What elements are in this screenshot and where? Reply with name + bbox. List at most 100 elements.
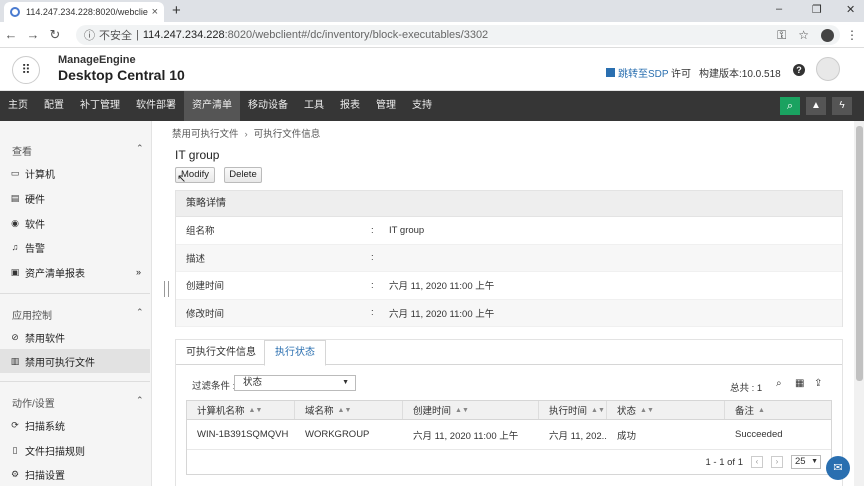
- per-page-select[interactable]: 25 ▼: [791, 455, 821, 469]
- app-grid-icon[interactable]: ⠿: [12, 56, 40, 84]
- chevron-down-icon: ▼: [342, 379, 349, 386]
- sidebar-collapse-handle[interactable]: [164, 281, 169, 297]
- page-title: IT group: [175, 148, 220, 162]
- chevron-down-icon: ▼: [811, 458, 818, 465]
- avatar[interactable]: [816, 57, 840, 81]
- browser-actions: ⚿ ☆ ⋮: [777, 24, 858, 46]
- rocket-icon[interactable]: ▲: [806, 97, 826, 115]
- monitor-icon: ▭: [10, 167, 20, 178]
- col-domain[interactable]: 域名称 ▲▼: [295, 401, 403, 419]
- detail-row: 描述:: [176, 244, 842, 272]
- hardware-icon: ▤: [10, 192, 20, 203]
- search-icon[interactable]: ⌕: [776, 378, 782, 389]
- tab-executable-info[interactable]: 可执行文件信息: [176, 342, 266, 365]
- software-icon: ◉: [11, 217, 19, 228]
- minimize-button[interactable]: –: [776, 3, 782, 15]
- bolt-icon[interactable]: ϟ: [832, 97, 852, 115]
- collapse-icon[interactable]: ⌃: [136, 307, 144, 318]
- divider: [0, 381, 150, 382]
- browser-tab[interactable]: 114.247.234.228:8020/webclie ×: [4, 2, 164, 22]
- sidebar-item-alerts[interactable]: ♫ 告警: [0, 235, 150, 259]
- block-exe-icon: ▥: [10, 355, 20, 366]
- nav-reports[interactable]: 报表: [332, 91, 368, 121]
- block-software-icon: ⊘: [11, 331, 19, 342]
- col-remarks[interactable]: 备注 ▲: [725, 401, 831, 419]
- columns-icon[interactable]: ▦: [795, 378, 804, 389]
- collapse-icon[interactable]: ⌃: [136, 143, 144, 154]
- export-icon[interactable]: ⇪: [814, 378, 822, 389]
- col-computer-name[interactable]: 计算机名称 ▲▼: [187, 401, 295, 419]
- nav-admin[interactable]: 管理: [368, 91, 404, 121]
- pager-range: 1 - 1 of 1: [705, 456, 744, 468]
- close-window-button[interactable]: ✕: [846, 3, 855, 16]
- url-path: :8020/webclient#/dc/inventory/block-exec…: [224, 29, 489, 41]
- next-page-icon[interactable]: ›: [771, 456, 783, 468]
- sidebar-item-scan-settings[interactable]: ⚙ 扫描设置: [0, 462, 150, 486]
- chat-icon[interactable]: ✉: [826, 456, 850, 480]
- detail-row: 修改时间: 六月 11, 2020 11:00 上午: [176, 299, 842, 327]
- total-count: 总共 : 1: [730, 383, 763, 394]
- sdp-link[interactable]: 跳转至SDP: [606, 65, 669, 80]
- sidebar-item-software[interactable]: ◉ 软件: [0, 211, 150, 235]
- sidebar-item-computers[interactable]: ▭ 计算机: [0, 161, 150, 185]
- prev-page-icon[interactable]: ‹: [751, 456, 763, 468]
- license-link[interactable]: 许可: [671, 65, 691, 80]
- sidebar-section-view: 查看: [12, 147, 32, 158]
- sidebar-item-scan-systems[interactable]: ⟳ 扫描系统: [0, 413, 150, 437]
- tab-close-icon[interactable]: ×: [152, 6, 158, 18]
- profile-icon[interactable]: [821, 28, 834, 42]
- nav-mobile[interactable]: 移动设备: [240, 91, 296, 121]
- col-status[interactable]: 状态 ▲▼: [607, 401, 725, 419]
- browser-tab-bar: 114.247.234.228:8020/webclie × + – ❐ ✕: [0, 0, 864, 22]
- nav-inventory[interactable]: 资产清单: [184, 91, 240, 121]
- nav-config[interactable]: 配置: [36, 91, 72, 121]
- help-icon[interactable]: ?: [793, 64, 805, 76]
- sidebar-item-file-scan-rules[interactable]: ▯ 文件扫描规则: [0, 438, 150, 462]
- reload-icon[interactable]: ↻: [44, 27, 66, 43]
- menu-icon[interactable]: ⋮: [846, 28, 858, 42]
- status-filter-select[interactable]: 状态 ▼: [234, 375, 356, 391]
- scrollbar-thumb[interactable]: [856, 126, 863, 381]
- tab-title: 114.247.234.228:8020/webclie: [26, 7, 148, 17]
- sidebar-item-reports[interactable]: ▣ 资产清单报表 »: [0, 260, 150, 284]
- nav-software-deploy[interactable]: 软件部署: [128, 91, 184, 121]
- url-field[interactable]: ⓘ 不安全 | 114.247.234.228 :8020/webclient#…: [76, 25, 840, 45]
- tab-execution-status[interactable]: 执行状态: [264, 340, 326, 366]
- sidebar-item-block-software[interactable]: ⊘ 禁用软件: [0, 325, 150, 349]
- delete-button[interactable]: Delete: [224, 167, 262, 183]
- breadcrumb-parent[interactable]: 禁用可执行文件: [172, 129, 239, 140]
- app-header: ⠿ ManageEngine Desktop Central 10 跳转至SDP…: [0, 48, 864, 91]
- new-tab-button[interactable]: +: [172, 2, 181, 20]
- forward-icon[interactable]: →: [22, 27, 44, 42]
- sidebar: 查看 ⌃ ▭ 计算机 ▤ 硬件 ◉ 软件 ♫ 告警 ▣ 资产清单报表 » 应用控制 ⌃ ⊘…: [0, 121, 152, 486]
- col-created[interactable]: 创建时间 ▲▼: [403, 401, 539, 419]
- maximize-button[interactable]: ❐: [812, 3, 822, 16]
- site-favicon-icon: [10, 7, 20, 17]
- file-rule-icon: ▯: [12, 444, 18, 455]
- sidebar-item-hardware[interactable]: ▤ 硬件: [0, 186, 150, 210]
- star-icon[interactable]: ☆: [798, 28, 809, 42]
- key-icon[interactable]: ⚿: [777, 28, 786, 43]
- back-icon[interactable]: ←: [0, 27, 22, 42]
- sort-icon: ▲▼: [337, 406, 352, 414]
- divider: [0, 293, 150, 294]
- table-row[interactable]: WIN-1B391SQMQVH WORKGROUP 六月 11, 2020 11…: [187, 420, 831, 450]
- sidebar-section-app-control: 应用控制: [12, 311, 52, 322]
- sidebar-item-block-executables[interactable]: ▥ 禁用可执行文件: [0, 349, 150, 373]
- status-tabs-panel: 可执行文件信息 执行状态 过滤条件 : 状态 ▼ 总共 : 1 ⌕ ▦ ⇪ 计算机…: [175, 339, 843, 486]
- mouse-cursor-icon: ↖: [177, 173, 187, 185]
- table-footer: 1 - 1 of 1 ‹ › 25 ▼: [187, 450, 831, 474]
- detail-row: 创建时间: 六月 11, 2020 11:00 上午: [176, 272, 842, 300]
- report-icon: ▣: [10, 266, 20, 277]
- nav-support[interactable]: 支持: [404, 91, 440, 121]
- nav-patch[interactable]: 补丁管理: [72, 91, 128, 121]
- tab-row: 可执行文件信息 执行状态: [176, 340, 842, 366]
- collapse-icon[interactable]: ⌃: [136, 395, 144, 406]
- settings-icon: ⚙: [10, 468, 20, 479]
- build-version: 构建版本:10.0.518: [699, 69, 781, 80]
- nav-home[interactable]: 主页: [0, 91, 36, 121]
- col-executed[interactable]: 执行时间 ▲▼: [539, 401, 607, 419]
- nav-tools[interactable]: 工具: [296, 91, 332, 121]
- search-icon[interactable]: ⌕: [780, 97, 800, 115]
- table-header: 计算机名称 ▲▼ 域名称 ▲▼ 创建时间 ▲▼ 执行时间 ▲▼ 状态 ▲▼ 备注 ▲: [187, 401, 831, 420]
